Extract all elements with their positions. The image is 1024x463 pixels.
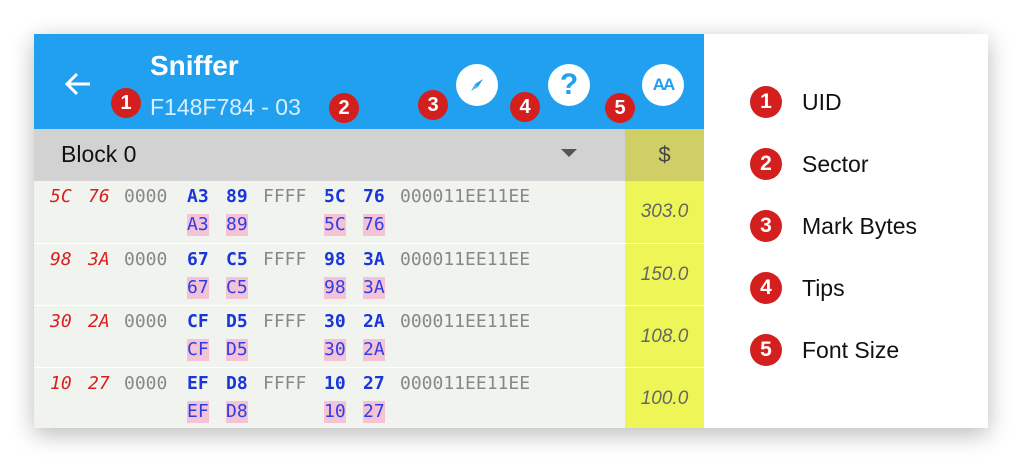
legend-panel: 1 UID 2 Sector 3 Mark Bytes 4 Tips 5 Fon… bbox=[704, 34, 988, 428]
hex-byte: D8 bbox=[226, 401, 248, 423]
badge-2: 2 bbox=[329, 93, 359, 123]
badge-5: 5 bbox=[605, 93, 635, 123]
legend-badge: 3 bbox=[750, 210, 782, 242]
font-size-icon: AA bbox=[652, 75, 676, 94]
hex-byte: 2A bbox=[363, 311, 385, 332]
uid-sector-subtitle: F148F784 - 03 bbox=[150, 94, 301, 120]
legend-badge: 1 bbox=[750, 86, 782, 118]
hex-byte: 5C bbox=[324, 214, 346, 236]
app-screen: Sniffer F148F784 - 03 ? AA 1 2 3 4 5 Blo… bbox=[34, 34, 704, 428]
legend-label: Sector bbox=[802, 150, 869, 177]
app-bar: Sniffer F148F784 - 03 ? AA 1 2 3 4 5 bbox=[34, 34, 704, 129]
hex-byte: 10 bbox=[50, 373, 72, 394]
hex-byte: 000011EE11EE bbox=[400, 373, 531, 394]
hex-byte: EF bbox=[187, 401, 209, 423]
hex-byte: 76 bbox=[88, 186, 110, 207]
hex-byte: 3A bbox=[88, 249, 110, 270]
table-row: 98 3A 0000 67 C5 FFFF 98 3A 000011EE11EE 67 C5 98 3A… bbox=[34, 243, 704, 306]
legend-item: 3 Mark Bytes bbox=[750, 210, 917, 242]
hex-byte: FFFF bbox=[263, 249, 307, 270]
hex-byte: 5C bbox=[50, 186, 72, 207]
value-cell: 150.0 bbox=[625, 244, 704, 306]
hex-byte: 3A bbox=[363, 277, 385, 299]
hex-byte: 67 bbox=[187, 249, 209, 270]
dropdown-caret-icon bbox=[561, 149, 577, 157]
back-button[interactable] bbox=[62, 68, 94, 100]
legend-badge: 2 bbox=[750, 148, 782, 180]
legend-label: UID bbox=[802, 88, 842, 115]
hex-byte: 0000 bbox=[124, 373, 168, 394]
hex-byte: 0000 bbox=[124, 311, 168, 332]
hex-byte: 27 bbox=[363, 373, 385, 394]
hex-byte: 98 bbox=[50, 249, 72, 270]
legend-item: 1 UID bbox=[750, 86, 842, 118]
legend-badge: 4 bbox=[750, 272, 782, 304]
hex-byte: 30 bbox=[50, 311, 72, 332]
hex-byte: 000011EE11EE bbox=[400, 311, 531, 332]
hex-byte: CF bbox=[187, 339, 209, 361]
data-rows: 5C 76 0000 A3 89 FFFF 5C 76 000011EE11EE A3 89 5C 76… bbox=[34, 181, 704, 428]
hex-byte: 10 bbox=[324, 373, 346, 394]
hex-byte: EF bbox=[187, 373, 209, 394]
value-cell: 108.0 bbox=[625, 306, 704, 368]
hex-byte: CF bbox=[187, 311, 209, 332]
hex-byte: 30 bbox=[324, 339, 346, 361]
badge-1: 1 bbox=[111, 88, 141, 118]
value-cell: 303.0 bbox=[625, 181, 704, 243]
hex-byte: 67 bbox=[187, 277, 209, 299]
hex-byte: FFFF bbox=[263, 186, 307, 207]
hex-byte: 3A bbox=[363, 249, 385, 270]
hex-byte: 0000 bbox=[124, 186, 168, 207]
hex-byte: C5 bbox=[226, 277, 248, 299]
hex-byte: 000011EE11EE bbox=[400, 249, 531, 270]
badge-3: 3 bbox=[418, 90, 448, 120]
hex-byte: D8 bbox=[226, 373, 248, 394]
hex-byte: 27 bbox=[88, 373, 110, 394]
block-label: Block 0 bbox=[61, 141, 137, 167]
hex-byte: 10 bbox=[324, 401, 346, 423]
hex-byte: 2A bbox=[363, 339, 385, 361]
table-row: 30 2A 0000 CF D5 FFFF 30 2A 000011EE11EE CF D5 30 2A… bbox=[34, 305, 704, 368]
hex-byte: D5 bbox=[226, 311, 248, 332]
hex-byte: 76 bbox=[363, 186, 385, 207]
hex-byte: A3 bbox=[187, 186, 209, 207]
hex-byte: A3 bbox=[187, 214, 209, 236]
hex-byte: D5 bbox=[226, 339, 248, 361]
help-icon: ? bbox=[559, 68, 579, 101]
legend-label: Font Size bbox=[802, 336, 900, 363]
hex-byte: 98 bbox=[324, 249, 346, 270]
hex-byte: 89 bbox=[226, 214, 248, 236]
page-title: Sniffer bbox=[150, 50, 239, 81]
hex-byte: 5C bbox=[324, 186, 346, 207]
legend-label: Mark Bytes bbox=[802, 212, 918, 239]
table-row: 5C 76 0000 A3 89 FFFF 5C 76 000011EE11EE A3 89 5C 76… bbox=[34, 181, 704, 243]
value-column-header: $ bbox=[625, 129, 704, 181]
hex-byte: 000011EE11EE bbox=[400, 186, 531, 207]
legend-label: Tips bbox=[802, 274, 845, 301]
hex-byte: 2A bbox=[88, 311, 110, 332]
compass-icon bbox=[471, 79, 483, 91]
back-arrow-icon bbox=[64, 72, 90, 96]
block-selector[interactable]: Block 0 bbox=[34, 129, 625, 181]
hex-byte: 30 bbox=[324, 311, 346, 332]
hex-byte: FFFF bbox=[263, 311, 307, 332]
legend-item: 2 Sector bbox=[750, 148, 868, 180]
hex-byte: 89 bbox=[226, 186, 248, 207]
mark-bytes-button[interactable] bbox=[456, 64, 498, 106]
hex-byte: 0000 bbox=[124, 249, 168, 270]
legend-item: 4 Tips bbox=[750, 272, 845, 304]
value-cell: 100.0 bbox=[625, 368, 704, 428]
hex-byte: FFFF bbox=[263, 373, 307, 394]
tips-button[interactable]: ? bbox=[548, 64, 590, 106]
font-size-button[interactable]: AA bbox=[642, 64, 684, 106]
hex-byte: C5 bbox=[226, 249, 248, 270]
legend-badge: 5 bbox=[750, 334, 782, 366]
table-row: 10 27 0000 EF D8 FFFF 10 27 000011EE11EE EF D8 10 27… bbox=[34, 367, 704, 428]
hex-byte: 27 bbox=[363, 401, 385, 423]
hex-byte: 76 bbox=[363, 214, 385, 236]
badge-4: 4 bbox=[510, 92, 540, 122]
screenshot-card: Sniffer F148F784 - 03 ? AA 1 2 3 4 5 Blo… bbox=[34, 34, 988, 428]
hex-byte: 98 bbox=[324, 277, 346, 299]
legend-item: 5 Font Size bbox=[750, 334, 899, 366]
